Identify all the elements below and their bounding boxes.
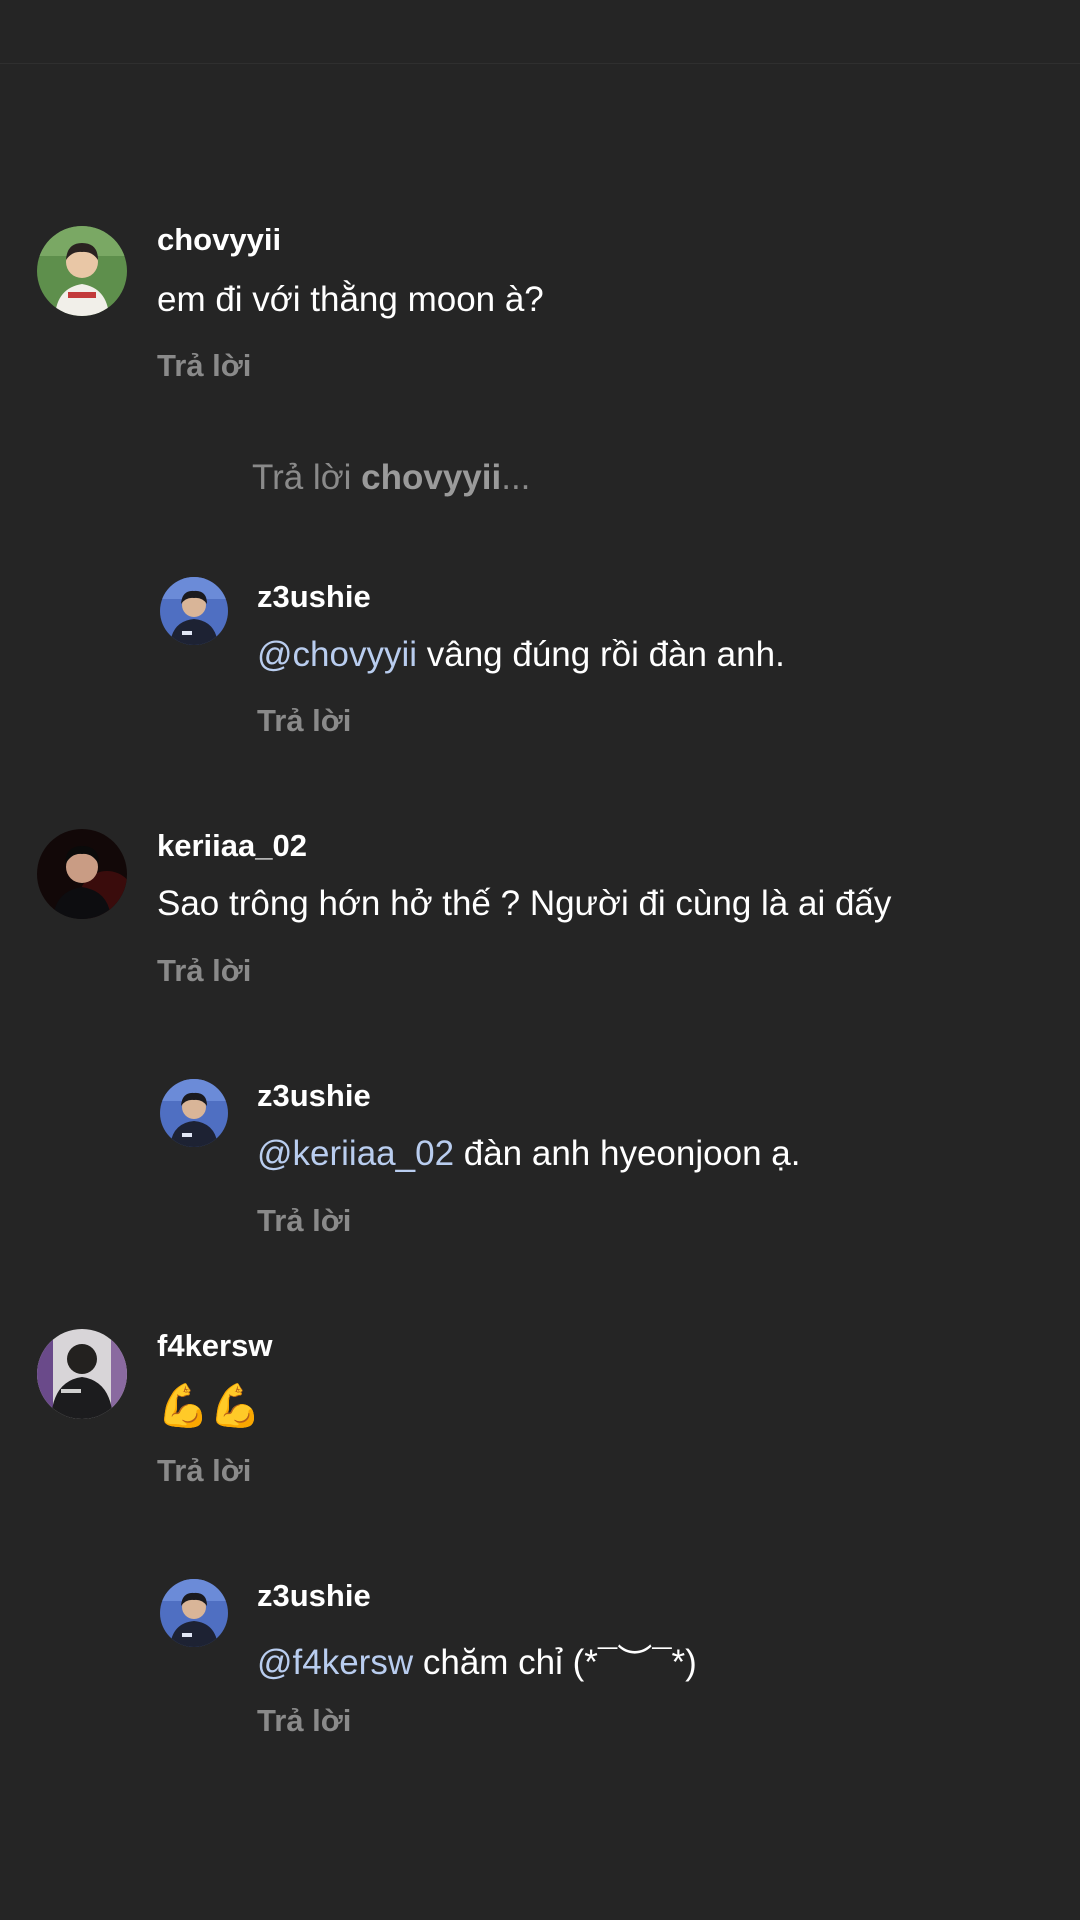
reply-button[interactable]: Trả lời — [157, 348, 251, 384]
username[interactable]: z3ushie — [257, 1578, 371, 1614]
reply-button[interactable]: Trả lời — [157, 953, 251, 989]
avatar-z3ushie[interactable] — [160, 577, 228, 645]
reply-button[interactable]: Trả lời — [257, 1703, 351, 1739]
username[interactable]: keriiaa_02 — [157, 828, 307, 864]
reply-button[interactable]: Trả lời — [257, 1203, 351, 1239]
comment-body: vâng đúng rồi đàn anh. — [417, 635, 785, 674]
mention-link[interactable]: @f4kersw — [257, 1643, 413, 1682]
username[interactable]: z3ushie — [257, 579, 371, 615]
reply-prompt-prefix: Trả lời — [252, 458, 362, 497]
top-divider — [0, 63, 1080, 64]
reply-prompt-suffix: ... — [501, 458, 531, 497]
comment-text: em đi với thằng moon à? — [157, 280, 544, 319]
comment-text: @chovyyii vâng đúng rồi đàn anh. — [257, 635, 785, 675]
comment-text: 💪💪 — [157, 1382, 262, 1429]
avatar-keriiaa_02[interactable] — [37, 829, 127, 919]
username[interactable]: chovyyii — [157, 222, 281, 258]
avatar-z3ushie[interactable] — [160, 1079, 228, 1147]
avatar-f4kersw[interactable] — [37, 1329, 127, 1419]
username[interactable]: f4kersw — [157, 1328, 272, 1364]
reply-input-prompt[interactable]: Trả lời chovyyii... — [252, 458, 530, 498]
comment-body: đàn anh hyeonjoon ạ. — [454, 1134, 801, 1173]
avatar-z3ushie[interactable] — [160, 1579, 228, 1647]
comment-text: Sao trông hớn hở thế ? Người đi cùng là … — [157, 884, 892, 923]
reply-button[interactable]: Trả lời — [257, 703, 351, 739]
reply-button[interactable]: Trả lời — [157, 1453, 251, 1489]
mention-link[interactable]: @keriiaa_02 — [257, 1134, 454, 1173]
comment-body: chăm chỉ (*¯︶¯*) — [413, 1643, 697, 1682]
comment-text: @f4kersw chăm chỉ (*¯︶¯*) — [257, 1634, 697, 1685]
reply-prompt-target: chovyyii — [361, 458, 502, 497]
username[interactable]: z3ushie — [257, 1078, 371, 1114]
comment-text: @keriiaa_02 đàn anh hyeonjoon ạ. — [257, 1134, 800, 1174]
mention-link[interactable]: @chovyyii — [257, 635, 417, 674]
avatar-chovyyii[interactable] — [37, 226, 127, 316]
